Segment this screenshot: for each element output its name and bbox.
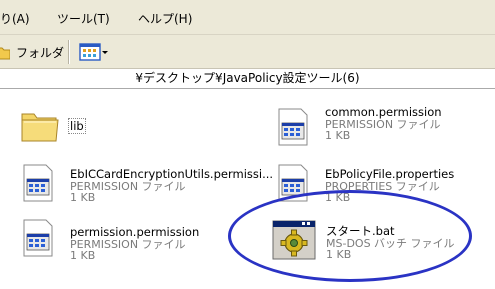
views-button[interactable] (79, 41, 115, 63)
file-name: permission.permission (70, 225, 200, 239)
document-icon (278, 164, 308, 202)
folders-label: フォルダ (16, 45, 65, 60)
file-list: lib common.permission PERMISSION ファイル 1 … (0, 90, 495, 289)
dropdown-arrow-icon (102, 51, 108, 54)
file-type: PERMISSION ファイル (70, 179, 186, 193)
file-name: EbPolicyFile.properties (325, 167, 455, 181)
file-size: 1 KB (325, 129, 351, 142)
document-icon (23, 219, 53, 257)
file-size: 1 KB (326, 248, 352, 261)
file-size: 1 KB (70, 249, 96, 262)
menu-view-partial[interactable]: り(A) (0, 10, 30, 27)
file-size: 1 KB (325, 191, 351, 204)
address-bar[interactable]: ¥デスクトップ¥JavaPolicy設定ツール(6) (0, 69, 495, 89)
menu-bar: り(A) ツール(T) ヘルプ(H) (0, 0, 495, 35)
file-item-ebpolicyfile-properties[interactable]: EbPolicyFile.properties PROPERTIES ファイル … (275, 163, 485, 207)
document-icon (278, 108, 308, 146)
toolbar: フォルダ (0, 35, 495, 69)
folder-icon (21, 113, 59, 142)
file-item-ebiccard-encryption-utils[interactable]: EbICCardEncryptionUtils.permissi... PERM… (20, 163, 273, 207)
file-item-common-permission[interactable]: common.permission PERMISSION ファイル 1 KB (275, 105, 485, 151)
document-icon (23, 164, 53, 202)
file-item-start-bat[interactable]: スタート.bat MS-DOS バッチ ファイル 1 KB (272, 218, 472, 266)
file-size: 1 KB (70, 191, 96, 204)
menu-tools[interactable]: ツール(T) (57, 10, 110, 27)
address-path: ¥デスクトップ¥JavaPolicy設定ツール(6) (135, 71, 360, 85)
menu-help[interactable]: ヘルプ(H) (138, 10, 192, 27)
file-item-permission-permission[interactable]: permission.permission PERMISSION ファイル 1 … (20, 218, 240, 262)
toolbar-separator (68, 40, 70, 64)
file-name: EbICCardEncryptionUtils.permissi... (70, 167, 274, 181)
folders-button[interactable]: フォルダ (0, 42, 64, 62)
batch-file-icon (272, 220, 316, 260)
file-item-lib[interactable]: lib (20, 107, 200, 151)
folder-icon (0, 47, 10, 60)
file-name: common.permission (325, 105, 442, 119)
views-grid-icon (79, 43, 101, 61)
file-name: スタート.bat (326, 224, 395, 238)
file-name: lib (68, 118, 86, 134)
